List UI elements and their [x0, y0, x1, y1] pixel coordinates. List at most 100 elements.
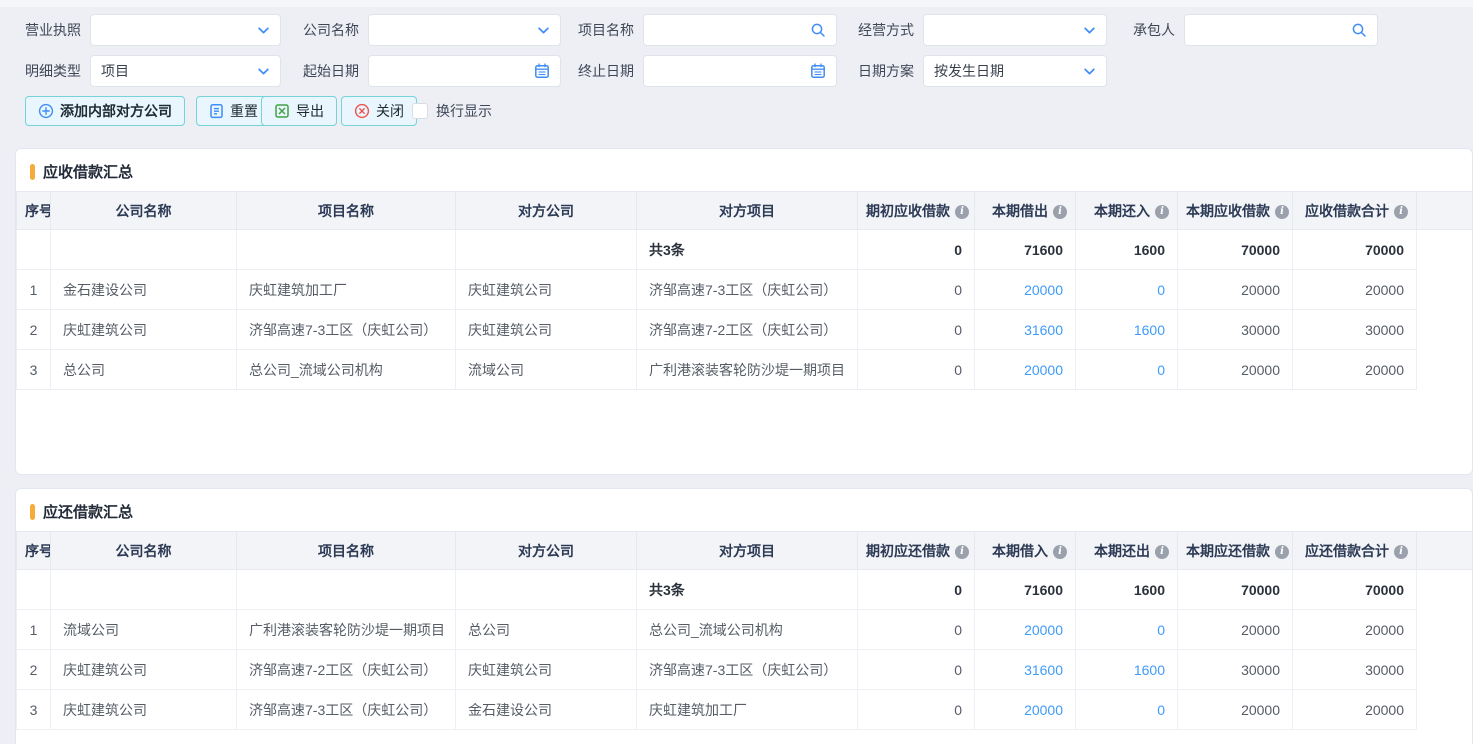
- col-counterparty: 对方公司: [456, 192, 637, 230]
- export-button[interactable]: 导出: [261, 96, 337, 126]
- info-icon[interactable]: i: [955, 545, 969, 559]
- start-date-input[interactable]: [379, 63, 534, 79]
- end-date-input[interactable]: [654, 63, 810, 79]
- col-seq: 序号: [17, 192, 51, 230]
- info-icon[interactable]: i: [1275, 545, 1289, 559]
- amount-link[interactable]: 0: [1157, 702, 1165, 718]
- filter-contractor: 承包人: [1133, 14, 1378, 46]
- receivable-header-row: 序号 公司名称 项目名称 对方公司 对方项目 期初应收借款i 本期借出i 本期还…: [17, 192, 1473, 230]
- business-license-select[interactable]: [90, 14, 281, 46]
- payable-table: 序号 公司名称 项目名称 对方公司 对方项目 期初应还借款i 本期借入i 本期还…: [16, 531, 1472, 730]
- top-strip: [0, 0, 1473, 7]
- chevron-down-icon: [1083, 24, 1096, 37]
- export-button-label: 导出: [296, 101, 324, 121]
- operation-mode-select[interactable]: [923, 14, 1107, 46]
- detail-type-value: 项目: [101, 61, 129, 81]
- amount-link[interactable]: 31600: [1024, 322, 1063, 338]
- amount-link[interactable]: 0: [1157, 282, 1165, 298]
- amount-link[interactable]: 31600: [1024, 662, 1063, 678]
- close-button[interactable]: 关闭: [341, 96, 417, 126]
- info-icon[interactable]: i: [1394, 545, 1408, 559]
- contractor-label: 承包人: [1133, 20, 1175, 40]
- table-row: 1 流域公司 广利港滚装客轮防沙堤一期项目 总公司 总公司_流域公司机构 0 2…: [17, 610, 1473, 650]
- col-counterparty-project: 对方项目: [637, 532, 858, 570]
- filter-detail-type: 明细类型 项目: [25, 55, 281, 87]
- info-icon[interactable]: i: [1155, 205, 1169, 219]
- col-borrowed-in: 本期借入i: [975, 532, 1076, 570]
- col-total-payable: 应还借款合计i: [1293, 532, 1417, 570]
- info-icon[interactable]: i: [1275, 205, 1289, 219]
- table-row: 3 总公司 总公司_流域公司机构 流域公司 广利港滚装客轮防沙堤一期项目 0 2…: [17, 350, 1473, 390]
- filter-operation-mode: 经营方式: [858, 14, 1107, 46]
- export-excel-icon: [274, 103, 290, 119]
- calendar-icon[interactable]: [534, 63, 550, 79]
- table-row: 1 金石建设公司 庆虹建筑加工厂 庆虹建筑公司 济邹高速7-3工区（庆虹公司） …: [17, 270, 1473, 310]
- date-scheme-select[interactable]: 按发生日期: [923, 55, 1107, 87]
- amount-link[interactable]: 20000: [1024, 282, 1063, 298]
- info-icon[interactable]: i: [1394, 205, 1408, 219]
- col-opening-receivable: 期初应收借款i: [858, 192, 975, 230]
- chevron-down-icon: [1083, 65, 1096, 78]
- record-count: 共3条: [637, 230, 858, 270]
- col-total-receivable: 应收借款合计i: [1293, 192, 1417, 230]
- info-icon[interactable]: i: [1053, 545, 1067, 559]
- col-project: 项目名称: [237, 532, 456, 570]
- search-icon[interactable]: [810, 22, 826, 38]
- payable-title-text: 应还借款汇总: [43, 501, 133, 522]
- plus-circle-icon: [38, 103, 54, 119]
- receivable-panel-title: 应收借款汇总: [16, 149, 1472, 191]
- company-name-label: 公司名称: [303, 20, 359, 40]
- add-internal-counterparty-button[interactable]: 添加内部对方公司: [25, 96, 185, 126]
- calendar-icon[interactable]: [810, 63, 826, 79]
- col-repaid-out: 本期还出i: [1076, 532, 1178, 570]
- search-icon[interactable]: [1351, 22, 1367, 38]
- payable-panel-title: 应还借款汇总: [16, 489, 1472, 531]
- wrap-display-checkbox[interactable]: [412, 103, 428, 119]
- date-scheme-value: 按发生日期: [934, 61, 1004, 81]
- wrap-display-label: 换行显示: [436, 101, 492, 121]
- company-name-select[interactable]: [368, 14, 561, 46]
- col-counterparty-project: 对方项目: [637, 192, 858, 230]
- receivable-table: 序号 公司名称 项目名称 对方公司 对方项目 期初应收借款i 本期借出i 本期还…: [16, 191, 1472, 390]
- amount-link[interactable]: 1600: [1134, 322, 1165, 338]
- reset-button[interactable]: 重置: [196, 96, 271, 126]
- filter-end-date: 终止日期: [578, 55, 837, 87]
- col-project: 项目名称: [237, 192, 456, 230]
- col-company: 公司名称: [51, 532, 237, 570]
- end-date-input-box: [643, 55, 837, 87]
- detail-type-label: 明细类型: [25, 61, 81, 81]
- amount-link[interactable]: 0: [1157, 622, 1165, 638]
- project-name-input-box: [643, 14, 837, 46]
- contractor-input[interactable]: [1195, 22, 1351, 38]
- amount-link[interactable]: 0: [1157, 362, 1165, 378]
- detail-type-select[interactable]: 项目: [90, 55, 281, 87]
- receivable-title-text: 应收借款汇总: [43, 161, 133, 182]
- info-icon[interactable]: i: [955, 205, 969, 219]
- table-row: 3 庆虹建筑公司 济邹高速7-3工区（庆虹公司） 金石建设公司 庆虹建筑加工厂 …: [17, 690, 1473, 730]
- record-count: 共3条: [637, 570, 858, 610]
- start-date-input-box: [368, 55, 561, 87]
- chevron-down-icon: [257, 65, 270, 78]
- col-repaid-in: 本期还入i: [1076, 192, 1178, 230]
- amount-link[interactable]: 20000: [1024, 702, 1063, 718]
- col-filler: [1417, 192, 1473, 230]
- table-row: 2 庆虹建筑公司 济邹高速7-2工区（庆虹公司） 庆虹建筑公司 济邹高速7-3工…: [17, 650, 1473, 690]
- amount-link[interactable]: 1600: [1134, 662, 1165, 678]
- info-icon[interactable]: i: [1155, 545, 1169, 559]
- col-opening-payable: 期初应还借款i: [858, 532, 975, 570]
- filter-company-name: 公司名称: [303, 14, 561, 46]
- amount-link[interactable]: 20000: [1024, 362, 1063, 378]
- start-date-label: 起始日期: [303, 61, 359, 81]
- col-current-receivable: 本期应收借款i: [1178, 192, 1293, 230]
- wrap-display-group: 换行显示: [412, 96, 492, 126]
- receivable-summary-row: 共3条 0 71600 1600 70000 70000: [17, 230, 1473, 270]
- reset-button-label: 重置: [230, 101, 258, 121]
- date-scheme-label: 日期方案: [858, 61, 914, 81]
- project-name-input[interactable]: [654, 22, 810, 38]
- title-accent-bar: [30, 504, 35, 520]
- filter-date-scheme: 日期方案 按发生日期: [858, 55, 1107, 87]
- table-row: 2 庆虹建筑公司 济邹高速7-3工区（庆虹公司） 庆虹建筑公司 济邹高速7-2工…: [17, 310, 1473, 350]
- info-icon[interactable]: i: [1053, 205, 1067, 219]
- amount-link[interactable]: 20000: [1024, 622, 1063, 638]
- operation-mode-label: 经营方式: [858, 20, 914, 40]
